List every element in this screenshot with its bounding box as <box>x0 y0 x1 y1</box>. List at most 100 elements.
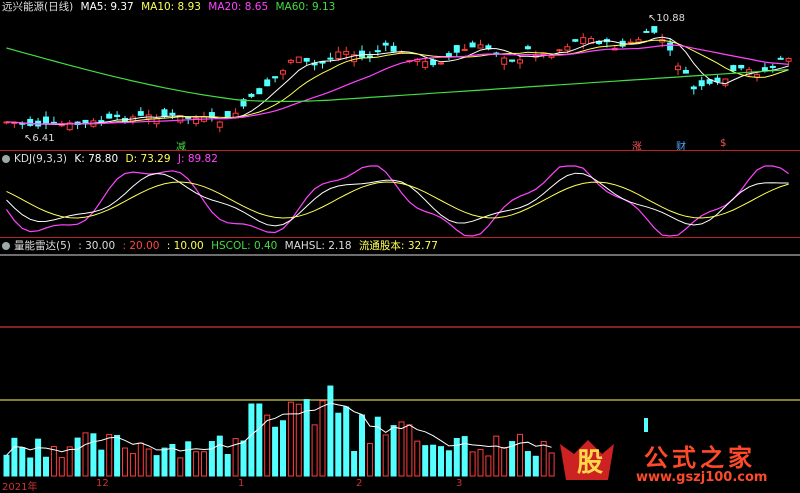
logo-glyph: 股 <box>576 448 603 478</box>
candle-body <box>137 111 144 116</box>
volume-v1: : 30.00 <box>78 240 116 252</box>
logo-text: 公式之家 <box>644 444 756 472</box>
candle-body <box>738 64 745 69</box>
candle-body <box>264 79 271 87</box>
volume-bar <box>540 440 547 477</box>
candle-body <box>730 65 737 72</box>
separator-main-kdj <box>0 150 800 151</box>
volume-bar <box>414 440 421 477</box>
volume-bar <box>335 412 342 477</box>
candle-body <box>548 55 555 58</box>
volume-bar <box>11 437 18 477</box>
volume-v3: : 10.00 <box>166 240 204 252</box>
candle-body <box>343 50 350 55</box>
volume-bar <box>548 452 555 477</box>
kdj-name[interactable]: KDJ(9,3,3) <box>14 153 67 165</box>
volume-indicator-name[interactable]: 量能雷达(5) <box>14 240 71 252</box>
volume-bar <box>493 435 500 477</box>
candle-body <box>98 120 105 123</box>
date-tick: 12 <box>96 478 109 489</box>
volume-bar <box>390 425 397 477</box>
volume-bar <box>19 447 26 477</box>
volume-bar <box>319 400 326 477</box>
volume-bar <box>343 406 350 477</box>
volume-bar <box>82 432 89 477</box>
volume-bar <box>66 446 73 477</box>
volume-bar <box>201 451 207 477</box>
candle-body <box>785 57 792 62</box>
volume-bar <box>240 440 247 477</box>
volume-panel-header: 量能雷达(5) : 30.00 : 20.00 : 10.00 HSCOL: 0… <box>2 240 442 253</box>
candle-body <box>477 44 484 49</box>
volume-bar <box>58 457 65 477</box>
candle-body <box>643 30 650 33</box>
volume-bar <box>137 442 144 477</box>
candle-body <box>185 116 192 119</box>
volume-bar <box>453 438 460 477</box>
volume-bar <box>98 449 105 477</box>
candle-body <box>216 121 223 128</box>
volume-bar <box>430 444 437 477</box>
kdj-panel-header: KDJ(9,3,3) K: 78.80 D: 73.29 J: 89.82 <box>2 153 222 166</box>
candle-body <box>777 57 784 60</box>
volume-bar <box>359 414 365 477</box>
volume-bar <box>3 454 10 477</box>
candle-body <box>651 26 658 33</box>
separator-kdj-vol <box>0 237 800 238</box>
ma10-line <box>6 39 789 125</box>
candle-body <box>430 59 437 66</box>
volume-bar <box>216 435 223 477</box>
volume-bar <box>422 445 429 477</box>
candle-body <box>461 48 468 51</box>
settings-icon[interactable] <box>2 242 10 250</box>
candle-body <box>564 46 571 51</box>
candle-body <box>524 46 531 50</box>
candle-body <box>517 59 523 64</box>
candle-body <box>374 50 381 53</box>
high-price-marker: ↖10.88 <box>648 13 686 24</box>
candle-body <box>114 114 121 117</box>
ma60-line <box>6 47 789 103</box>
candle-body <box>287 59 294 63</box>
candle-body <box>27 118 34 126</box>
volume-bar <box>35 438 42 477</box>
volume-bar <box>280 420 286 477</box>
volume-hscol: HSCOL: 0.40 <box>211 240 278 252</box>
volume-bar <box>524 451 531 477</box>
ma20-label: MA20: 8.65 <box>208 1 269 13</box>
date-tick: 2 <box>356 478 363 489</box>
volume-bar <box>43 456 49 477</box>
volume-bar <box>27 457 34 477</box>
candle-body <box>469 42 476 48</box>
volume-bar <box>366 442 373 477</box>
candle-body <box>453 45 460 53</box>
ma20-line <box>6 44 789 125</box>
candle-body <box>359 50 365 58</box>
candle-body <box>319 61 326 64</box>
candle-body <box>509 59 516 62</box>
volume-bar <box>287 401 294 477</box>
candle-body <box>335 51 342 60</box>
volume-bar <box>74 437 81 477</box>
volume-bar <box>272 426 279 477</box>
candle-body <box>327 57 334 60</box>
volume-bar <box>224 454 231 477</box>
candle-body <box>501 57 508 65</box>
volume-bar <box>90 433 97 477</box>
volume-bar <box>469 451 476 477</box>
settings-icon[interactable] <box>2 155 10 163</box>
volume-bar <box>248 403 255 477</box>
event-tag-dividend[interactable]: $ <box>720 138 726 149</box>
date-tick: 3 <box>456 478 463 489</box>
date-tick: 1 <box>238 478 245 489</box>
candle-body <box>580 37 587 45</box>
volume-bar <box>311 424 318 477</box>
candle-body <box>714 77 721 83</box>
low-price-marker: ↖6.41 <box>24 133 55 144</box>
stock-title[interactable]: 远兴能源(日线) <box>2 1 73 13</box>
volume-bar <box>374 416 381 477</box>
volume-bar <box>398 421 405 477</box>
main-panel-header: 远兴能源(日线) MA5: 9.37 MA10: 8.93 MA20: 8.65… <box>2 1 339 14</box>
volume-float-shares: 流通股本: 32.77 <box>358 240 438 252</box>
volume-bar <box>177 457 184 477</box>
